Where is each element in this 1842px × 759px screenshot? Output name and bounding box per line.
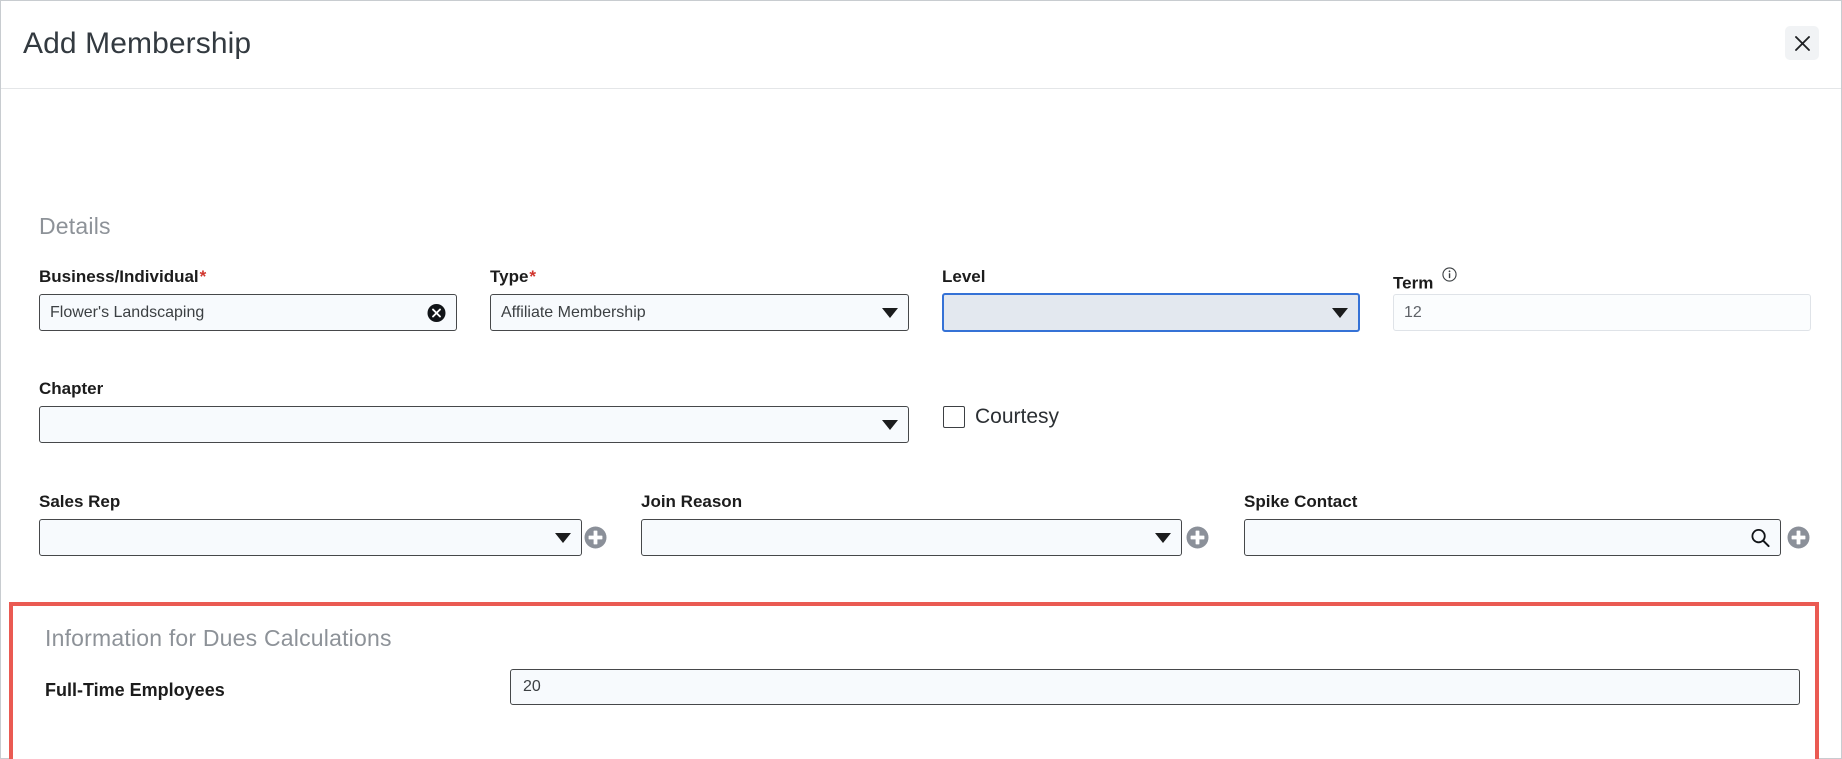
dues-calculations-section: Information for Dues Calculations Full-T…: [9, 602, 1819, 759]
dialog-header: Add Membership: [1, 1, 1841, 89]
chevron-down-icon: [1332, 308, 1348, 318]
full-time-employees-input[interactable]: 20: [510, 669, 1800, 705]
required-asterisk: *: [200, 267, 207, 286]
sales-rep-select[interactable]: [39, 519, 582, 556]
type-select[interactable]: Affiliate Membership: [490, 294, 909, 331]
spike-contact-label-text: Spike Contact: [1244, 492, 1357, 511]
chapter-select[interactable]: [39, 406, 909, 443]
sales-rep-label-text: Sales Rep: [39, 492, 120, 511]
level-label-text: Level: [942, 267, 985, 286]
chevron-down-icon: [882, 308, 898, 318]
business-individual-label: Business/Individual*: [39, 267, 206, 287]
page-title: Add Membership: [23, 27, 251, 61]
close-button[interactable]: [1785, 26, 1819, 60]
term-label-text: Term: [1393, 274, 1433, 293]
courtesy-label: Courtesy: [975, 405, 1059, 429]
term-label: Term: [1393, 267, 1457, 294]
type-value: Affiliate Membership: [501, 304, 646, 322]
dues-section-heading: Information for Dues Calculations: [45, 625, 392, 652]
details-section-heading: Details: [39, 213, 111, 240]
add-membership-dialog: Add Membership Details Business/Individu…: [0, 0, 1842, 759]
chevron-down-icon: [1155, 533, 1171, 543]
type-label-text: Type: [490, 267, 528, 286]
add-join-reason-button[interactable]: [1186, 526, 1208, 548]
spike-contact-input[interactable]: [1244, 519, 1781, 556]
business-individual-label-text: Business/Individual: [39, 267, 199, 286]
courtesy-checkbox[interactable]: [943, 406, 965, 428]
chevron-down-icon: [882, 420, 898, 430]
add-sales-rep-button[interactable]: [584, 526, 606, 548]
join-reason-select[interactable]: [641, 519, 1182, 556]
business-individual-value: Flower's Landscaping: [50, 304, 204, 322]
courtesy-checkbox-group[interactable]: Courtesy: [943, 405, 1059, 429]
join-reason-label-text: Join Reason: [641, 492, 742, 511]
add-spike-contact-button[interactable]: [1787, 526, 1809, 548]
business-individual-input[interactable]: Flower's Landscaping: [39, 294, 457, 331]
full-time-employees-value: 20: [523, 678, 541, 696]
info-circle-icon: [1442, 267, 1457, 287]
chapter-label: Chapter: [39, 379, 103, 399]
plus-circle-icon: [1186, 536, 1209, 553]
plus-circle-icon: [1787, 536, 1810, 553]
term-value: 12: [1404, 304, 1422, 322]
spike-contact-label: Spike Contact: [1244, 492, 1357, 512]
full-time-employees-label: Full-Time Employees: [45, 680, 225, 701]
level-label: Level: [942, 267, 985, 287]
search-icon[interactable]: [1750, 527, 1771, 548]
required-asterisk: *: [529, 267, 536, 286]
sales-rep-label: Sales Rep: [39, 492, 120, 512]
type-label: Type*: [490, 267, 536, 287]
clear-circle-icon[interactable]: [427, 303, 446, 322]
term-input[interactable]: 12: [1393, 294, 1811, 331]
chapter-label-text: Chapter: [39, 379, 103, 398]
plus-circle-icon: [584, 536, 607, 553]
join-reason-label: Join Reason: [641, 492, 742, 512]
level-select[interactable]: [942, 293, 1360, 332]
chevron-down-icon: [555, 533, 571, 543]
close-icon: [1793, 34, 1812, 53]
